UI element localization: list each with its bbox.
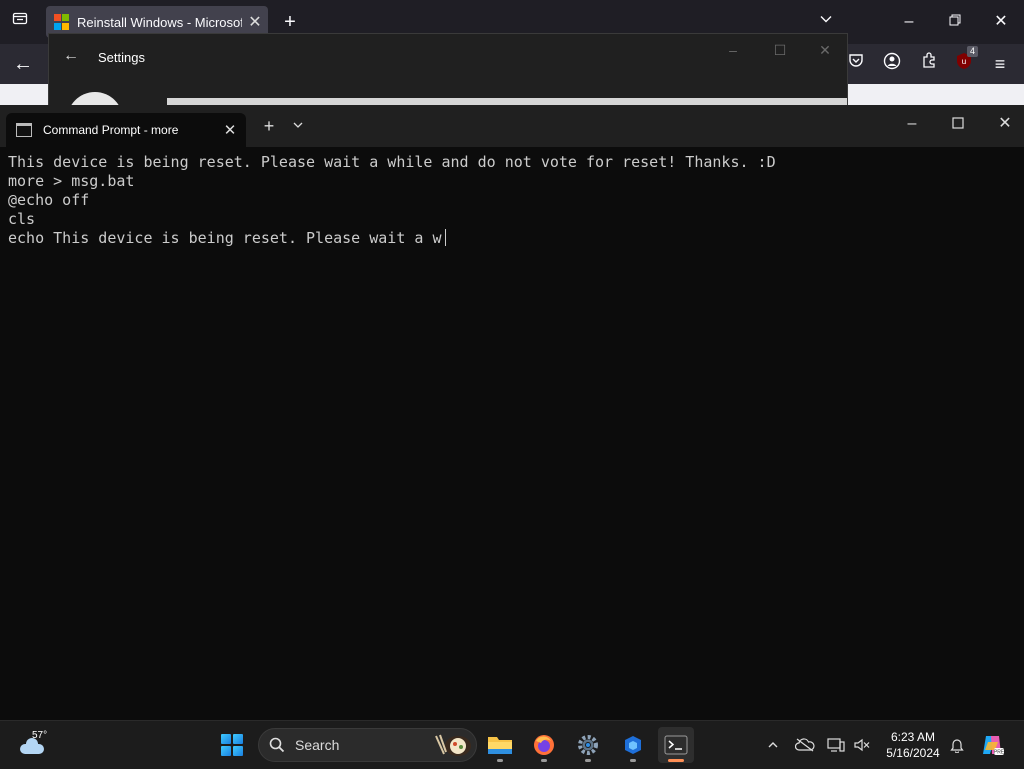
terminal-tab[interactable]: Command Prompt - more ✕ (6, 113, 246, 147)
terminal-button[interactable] (658, 727, 694, 763)
copilot-icon[interactable]: PRE (978, 721, 1006, 769)
new-tab-plus-icon[interactable]: + (278, 10, 302, 34)
running-indicator (497, 759, 503, 762)
azure-data-studio-button[interactable] (615, 727, 651, 763)
new-tab-plus-icon[interactable]: + (258, 116, 280, 136)
terminal-titlebar: Command Prompt - more ✕ + – ✕ (0, 105, 1024, 147)
close-tab-icon[interactable]: ✕ (214, 121, 246, 139)
terminal-line: cls (8, 210, 36, 228)
gear-icon (578, 735, 598, 755)
onedrive-offline-icon[interactable] (793, 721, 817, 769)
profile-chevron-down-icon[interactable] (288, 117, 308, 137)
settings-close-icon[interactable]: ✕ (811, 42, 839, 62)
search-box[interactable]: Search (258, 728, 477, 762)
firefox-icon (534, 735, 554, 755)
taskbar: 57° Search 6:23 AM 5/16/2024 PRE (0, 720, 1024, 768)
search-icon (269, 737, 285, 753)
settings-window: ← Settings – ☐ ✕ (48, 33, 848, 148)
svg-text:u: u (962, 57, 966, 66)
tab-overflow-chevron-down-icon[interactable] (814, 10, 838, 34)
terminal-close-icon[interactable]: ✕ (993, 114, 1017, 134)
tab-list-icon[interactable] (8, 10, 32, 34)
terminal-output[interactable]: This device is being reset. Please wait … (8, 153, 1008, 248)
browser-restore-icon[interactable] (943, 10, 967, 34)
folder-icon (488, 737, 512, 754)
extensions-icon[interactable] (917, 52, 941, 76)
command-prompt-icon (16, 123, 32, 137)
running-indicator (630, 759, 636, 762)
weather-cloud-icon-base (20, 744, 44, 754)
settings-back-arrow-icon[interactable]: ← (63, 46, 83, 66)
settings-maximize-icon[interactable]: ☐ (766, 42, 794, 62)
browser-minimize-icon[interactable]: – (897, 10, 921, 34)
clock[interactable]: 6:23 AM 5/16/2024 (878, 729, 948, 761)
terminal-tab-title: Command Prompt - more (43, 123, 179, 137)
menu-icon[interactable]: ≡ (988, 52, 1012, 76)
show-hidden-icons-chevron-up-icon[interactable] (762, 721, 784, 769)
weather-widget[interactable]: 57° (18, 730, 58, 760)
settings-title: Settings (98, 50, 145, 65)
firefox-button[interactable] (526, 727, 562, 763)
windows-logo-icon (221, 734, 243, 756)
terminal-minimize-icon[interactable]: – (900, 114, 924, 134)
volume-muted-icon[interactable] (850, 721, 874, 769)
running-indicator (668, 759, 684, 762)
azure-data-studio-icon (625, 736, 641, 754)
ublock-icon[interactable]: u 4 (952, 46, 978, 78)
settings-minimize-icon[interactable]: – (719, 42, 747, 62)
close-tab-icon[interactable]: ✕ (242, 12, 268, 32)
weather-temp: 57° (32, 730, 48, 741)
text-cursor (445, 229, 447, 246)
network-display-icon[interactable] (824, 721, 848, 769)
running-indicator (585, 759, 591, 762)
browser-tab-title: Reinstall Windows - Microsoft S (77, 14, 242, 30)
terminal-current-line: echo This device is being reset. Please … (8, 229, 1008, 248)
start-button[interactable] (214, 727, 250, 763)
terminal-line: @echo off (8, 191, 90, 209)
account-icon[interactable] (880, 52, 904, 78)
terminal-icon (664, 735, 688, 755)
back-arrow-icon[interactable]: ← (11, 52, 35, 76)
terminal-maximize-icon[interactable] (946, 115, 970, 135)
browser-close-icon[interactable]: ✕ (989, 10, 1013, 34)
microsoft-logo-icon (54, 14, 70, 30)
svg-text:PRE: PRE (994, 750, 1004, 756)
terminal-window[interactable]: Command Prompt - more ✕ + – ✕ This devic… (0, 105, 1024, 720)
ublock-badge: 4 (966, 46, 978, 57)
settings-app-button[interactable] (570, 727, 606, 763)
clock-time: 6:23 AM (890, 730, 936, 744)
clock-date: 5/16/2024 (886, 746, 940, 760)
file-explorer-button[interactable] (482, 727, 518, 763)
terminal-line: more > msg.bat (8, 172, 135, 190)
search-highlight-icon (435, 734, 471, 756)
notification-bell-icon[interactable] (946, 721, 968, 769)
terminal-line: echo This device is being reset. Please … (8, 229, 442, 247)
running-indicator (541, 759, 547, 762)
search-label: Search (295, 737, 340, 753)
terminal-line: This device is being reset. Please wait … (8, 153, 776, 171)
